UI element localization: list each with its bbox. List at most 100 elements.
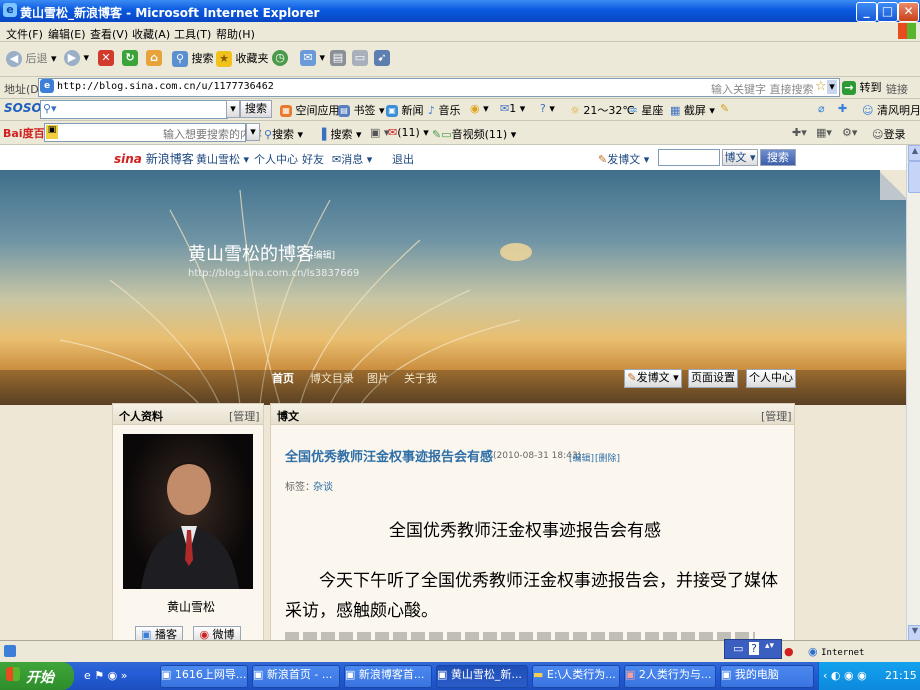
sina-friends[interactable]: 好友 — [302, 151, 324, 167]
sina-user-menu[interactable]: 黄山雪松 ▾ — [196, 151, 249, 167]
task-1616[interactable]: ▣ 1616上网导... — [160, 665, 248, 688]
minimize-button[interactable]: _ — [856, 2, 877, 22]
search-button[interactable]: ⚲ 搜索 — [172, 50, 214, 67]
links-label[interactable]: 链接 — [886, 81, 908, 97]
menu-file[interactable]: 文件(F) — [6, 26, 43, 42]
scroll-down-button[interactable]: ▼ — [908, 625, 920, 641]
menu-tools[interactable]: 工具(T) — [174, 26, 211, 42]
ime-arrows-icon[interactable]: ▴▾ — [765, 641, 774, 651]
ime-help-icon[interactable]: ? — [749, 642, 759, 655]
mail-button[interactable]: ✉ ▾ — [300, 50, 325, 66]
ime-toolbar[interactable]: ▭ ? ▴▾ — [724, 639, 782, 659]
blog-nav-home[interactable]: 首页 — [272, 370, 294, 386]
task-current-blog[interactable]: ▣ 黄山雪松_新... — [436, 665, 528, 688]
soso-news[interactable]: ▣ 新闻 — [386, 102, 424, 118]
address-dropdown[interactable]: ▾ — [827, 80, 837, 94]
blog-nav-about[interactable]: 关于我 — [404, 370, 437, 386]
grid-icon[interactable]: ▦▾ — [816, 126, 832, 139]
post-edit-link[interactable]: [编辑] — [569, 451, 594, 464]
blog-url[interactable]: http://blog.sina.com.cn/ls3837669 — [188, 268, 359, 279]
menu-view[interactable]: 查看(V) — [90, 26, 128, 42]
messenger-button[interactable]: ➹ — [374, 50, 390, 66]
baidu-dropdown[interactable]: ▾ — [246, 123, 260, 141]
sina-search-scope[interactable]: 博文 ▾ — [722, 149, 758, 166]
task-folder[interactable]: ▬ E:\人类行为... — [532, 665, 620, 688]
history-button[interactable]: ◷ — [272, 50, 288, 66]
soso-search-input[interactable]: ⚲▾ — [40, 100, 228, 119]
post-delete-link[interactable]: [删除] — [595, 451, 620, 464]
add-icon[interactable]: ✚ — [838, 102, 847, 115]
podcast-button[interactable]: ▣ 播客 — [135, 626, 183, 640]
soso-dropdown[interactable]: ▾ — [226, 100, 240, 118]
task-word-doc[interactable]: ▣ 2人类行为与... — [624, 665, 716, 688]
menu-edit[interactable]: 编辑(E) — [48, 26, 86, 42]
quicklaunch-icons[interactable]: e ⚑ ◉ » — [84, 669, 127, 682]
menu-help[interactable]: 帮助(H) — [216, 26, 255, 42]
sina-blog-logo[interactable]: sina 新浪博客 — [114, 150, 194, 167]
soso-user[interactable]: ☺ 清风明月 — [862, 102, 920, 118]
post-tag-link[interactable]: 杂谈 — [313, 478, 333, 493]
soso-help[interactable]: ? ▾ — [540, 102, 555, 115]
baidu-search-input[interactable]: ▣ 输入想要搜索的内容 — [44, 123, 262, 142]
tray-icons[interactable]: ‹ ◐ ◉ ◉ — [823, 669, 867, 682]
keyboard-icon[interactable]: ▭ — [733, 642, 743, 655]
home-button[interactable]: ⌂ — [146, 50, 162, 66]
task-my-computer[interactable]: ▣ 我的电脑 — [720, 665, 814, 688]
attachment-icon[interactable]: ⌀ — [818, 102, 825, 115]
scroll-up-button[interactable]: ▲ — [908, 145, 920, 161]
blog-title-edit[interactable]: [编辑] — [310, 248, 335, 261]
edit-page-button[interactable]: ▭ — [352, 50, 368, 66]
baidu-video[interactable]: ✎▭音视频(11) ▾ — [432, 126, 516, 142]
baidu-messages[interactable]: ✉(11) ▾ — [388, 126, 429, 139]
sina-personal-center[interactable]: 个人中心 — [254, 151, 298, 167]
soso-horoscope[interactable]: ♒ 星座 — [628, 102, 663, 118]
avatar[interactable] — [123, 434, 253, 589]
close-button[interactable]: ✕ — [898, 2, 919, 22]
sina-post-button[interactable]: ✎发博文 ▾ — [598, 151, 649, 167]
soso-weather[interactable]: ☼ 21～32℃ — [570, 102, 635, 118]
soso-weather-icon-button[interactable]: ◉ ▾ — [470, 102, 489, 115]
post-title-link[interactable]: 全国优秀教师汪金权事迹报告会有感 — [285, 446, 493, 465]
print-button[interactable]: ▤ — [330, 50, 346, 66]
clock[interactable]: 21:15 — [885, 669, 917, 682]
baidu-search-button[interactable]: ⚲搜索 ▾ — [264, 126, 303, 142]
task-sina-home[interactable]: ▣ 新浪首页 - ... — [252, 665, 340, 688]
soso-music[interactable]: ♪ 音乐 — [428, 102, 461, 118]
stop-button[interactable]: ✕ — [98, 50, 114, 66]
blog-post-button[interactable]: ✎发博文 ▾ — [624, 369, 682, 388]
blog-nav-catalog[interactable]: 博文目录 — [310, 370, 354, 386]
soso-mail[interactable]: ✉1 ▾ — [500, 102, 525, 115]
sina-messages[interactable]: ✉消息 ▾ — [332, 151, 372, 167]
blog-nav-pictures[interactable]: 图片 — [367, 370, 389, 386]
sina-logout[interactable]: 退出 — [392, 151, 414, 167]
personal-center-button[interactable]: 个人中心 — [746, 369, 796, 388]
profile-manage-link[interactable]: [管理] — [229, 408, 260, 424]
soso-bookmarks[interactable]: ▤ 书签 ▾ — [338, 102, 385, 118]
baidu-translate-icon[interactable]: ▣ ▾ — [370, 126, 389, 139]
refresh-button[interactable]: ↻ — [122, 50, 138, 66]
start-button[interactable]: 开始 — [0, 662, 74, 690]
sina-search-button[interactable]: 搜索 — [760, 149, 796, 166]
back-button[interactable]: ◀ 后退 ▾ — [6, 50, 57, 67]
settings-icon[interactable]: ⚙▾ — [842, 126, 857, 139]
profile-name[interactable]: 黄山雪松 — [167, 598, 215, 615]
vertical-scrollbar[interactable]: ▲ ▼ — [906, 145, 920, 641]
soso-screenshot[interactable]: ▦ 截屏 ▾ — [670, 102, 715, 118]
task-sina-blog-home[interactable]: ▣ 新浪博客首... — [344, 665, 432, 688]
pen-icon[interactable]: ✎ — [720, 102, 729, 115]
page-settings-button[interactable]: 页面设置 — [688, 369, 738, 388]
menu-favorites[interactable]: 收藏(A) — [132, 26, 170, 42]
puzzle-icon[interactable]: ✚▾ — [792, 126, 807, 139]
star-icon[interactable]: ☆ — [815, 79, 827, 94]
sina-search-input[interactable] — [658, 149, 720, 166]
soso-space-apps[interactable]: ▦ 空间应用 — [280, 102, 340, 118]
baidu-search-2[interactable]: ▌搜索 ▾ — [322, 126, 362, 142]
soso-search-button[interactable]: 搜索 — [240, 100, 272, 118]
scroll-thumb[interactable] — [908, 161, 920, 193]
favorites-button[interactable]: ★ 收藏夹 — [216, 50, 269, 67]
baidu-login[interactable]: ☺登录 — [872, 126, 905, 142]
forward-button[interactable]: ▶ ▾ — [64, 50, 89, 66]
weibo-button[interactable]: ◉ 微博 — [193, 626, 241, 640]
article-manage-link[interactable]: [管理] — [761, 408, 792, 424]
go-button[interactable]: → 转到 — [842, 79, 882, 95]
